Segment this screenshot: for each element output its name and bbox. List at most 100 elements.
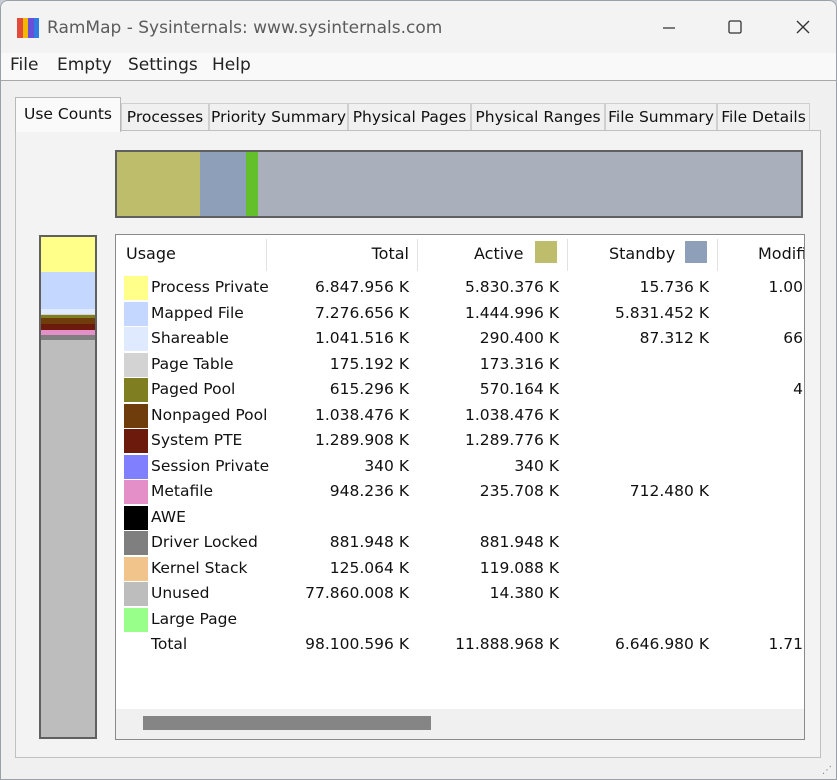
rammap-window: RamMap - Sysinternals: www.sysinternals.… [0, 0, 837, 780]
usage-color-swatch [124, 505, 148, 530]
total-value [276, 505, 409, 530]
modified-value [726, 403, 803, 428]
column-separator[interactable] [417, 239, 418, 271]
total-value: 98.100.596 K [305, 635, 409, 653]
usage-color-swatch [124, 531, 148, 555]
active-value: 290.400 K [479, 329, 559, 347]
column-separator[interactable] [266, 239, 267, 271]
tab-physical-ranges[interactable]: Physical Ranges [471, 103, 605, 131]
modified-value [726, 428, 803, 453]
close-button[interactable] [769, 1, 836, 53]
modified-value [726, 607, 803, 632]
table-row[interactable]: Unused 77.860.008 K 14.380 K [116, 581, 804, 607]
table-row[interactable]: Total 98.100.596 K 11.888.968 K 6.646.980 K… [116, 632, 804, 658]
standby-value [576, 530, 709, 555]
tab-file-details[interactable]: File Details [717, 103, 810, 131]
window-title: RamMap - Sysinternals: www.sysinternals.… [47, 18, 443, 38]
table-row[interactable]: Metafile 948.236 K 235.708 K 712.480 K [116, 479, 804, 505]
menu-empty[interactable]: Empty [57, 55, 112, 75]
standby-value [576, 454, 709, 479]
maximize-icon [728, 20, 742, 34]
active-value: 235.708 K [479, 482, 559, 500]
modified-value [726, 454, 803, 479]
usage-name: Kernel Stack [151, 558, 248, 577]
standby-value: 87.312 K [639, 329, 709, 347]
resize-grip-icon[interactable]: ⋰ [822, 765, 834, 777]
table-row[interactable]: Page Table 175.192 K 173.316 K [116, 352, 804, 378]
table-row[interactable]: Kernel Stack 125.064 K 119.088 K [116, 556, 804, 582]
active-value: 173.316 K [479, 354, 559, 373]
usage-color-swatch [124, 403, 148, 428]
usage-name: Process Private [151, 278, 269, 296]
menu-help[interactable]: Help [212, 55, 251, 75]
active-value: 1.289.776 K [465, 431, 559, 449]
table-row[interactable]: Process Private 6.847.956 K 5.830.376 K 15.… [116, 275, 804, 301]
table-row[interactable]: Session Private 340 K 340 K [116, 454, 804, 480]
bar-segment-modified [245, 152, 258, 216]
minimize-icon [663, 27, 675, 29]
table-row[interactable]: Nonpaged Pool 1.038.476 K 1.038.476 K [116, 403, 804, 429]
usage-name: Paged Pool [151, 380, 236, 398]
table-row[interactable]: Large Page [116, 607, 804, 633]
bar-segment-free [257, 152, 801, 216]
column-separator[interactable] [717, 239, 718, 271]
active-value: 340 K [514, 456, 559, 475]
standby-value [576, 377, 709, 402]
close-icon [796, 20, 810, 34]
use-counts-table[interactable]: Usage Total Active Standby Modifi Proces… [115, 234, 805, 740]
usage-color-swatch [124, 582, 148, 606]
active-value: 1.038.476 K [465, 405, 559, 424]
total-value: 881.948 K [329, 533, 409, 551]
total-value: 340 K [364, 456, 409, 475]
active-value: 11.888.968 K [455, 635, 559, 653]
standby-value [576, 428, 709, 453]
table-row[interactable]: Shareable 1.041.516 K 290.400 K 87.312 K 66 [116, 326, 804, 352]
tab-priority-summary[interactable]: Priority Summary [209, 103, 348, 131]
active-value: 570.164 K [479, 380, 559, 398]
usage-color-swatch [124, 378, 148, 402]
tab-use-counts[interactable]: Use Counts [15, 97, 121, 132]
usage-color-swatch [124, 480, 148, 504]
active-value: 881.948 K [479, 533, 559, 551]
total-value: 948.236 K [329, 482, 409, 500]
standby-value: 15.736 K [639, 278, 709, 296]
modified-value [726, 530, 803, 555]
usage-color-swatch [124, 454, 148, 479]
standby-value [576, 581, 709, 606]
usage-color-swatch [124, 352, 148, 377]
menu-settings[interactable]: Settings [128, 55, 198, 75]
usage-name: Mapped File [151, 303, 244, 322]
modified-value: 4 [793, 380, 803, 398]
table-row[interactable]: Mapped File 7.276.656 K 1.444.996 K 5.831.4… [116, 301, 804, 327]
active-value [426, 607, 559, 632]
active-value: 119.088 K [479, 558, 559, 577]
bar-segment-unused [41, 340, 95, 737]
usage-name: Shareable [151, 329, 229, 347]
usage-name: Page Table [151, 354, 234, 373]
tab-physical-pages[interactable]: Physical Pages [348, 103, 471, 131]
modified-value [726, 479, 803, 504]
standby-value: 6.646.980 K [615, 635, 709, 653]
rammap-app-icon [17, 18, 39, 38]
maximize-button[interactable] [701, 1, 769, 53]
tab-processes[interactable]: Processes [121, 103, 209, 131]
table-row[interactable]: Driver Locked 881.948 K 881.948 K [116, 530, 804, 556]
total-value: 6.847.956 K [315, 278, 409, 296]
table-row[interactable]: AWE [116, 505, 804, 531]
column-separator[interactable] [567, 239, 568, 271]
modified-value [726, 556, 803, 581]
horizontal-scrollbar[interactable] [116, 709, 804, 739]
menu-file[interactable]: File [10, 55, 38, 75]
minimize-button[interactable] [635, 1, 703, 53]
table-row[interactable]: System PTE 1.289.908 K 1.289.776 K [116, 428, 804, 454]
standby-value [576, 403, 709, 428]
title-bar[interactable]: RamMap - Sysinternals: www.sysinternals.… [1, 1, 836, 53]
total-value: 77.860.008 K [305, 584, 409, 602]
usage-color-swatch [124, 556, 148, 581]
table-row[interactable]: Paged Pool 615.296 K 570.164 K 4 [116, 377, 804, 403]
active-color-swatch [535, 241, 557, 263]
tab-file-summary[interactable]: File Summary [605, 103, 717, 131]
usage-name: Unused [151, 584, 210, 602]
usage-color-swatch [124, 327, 148, 351]
scrollbar-thumb[interactable] [143, 716, 431, 730]
